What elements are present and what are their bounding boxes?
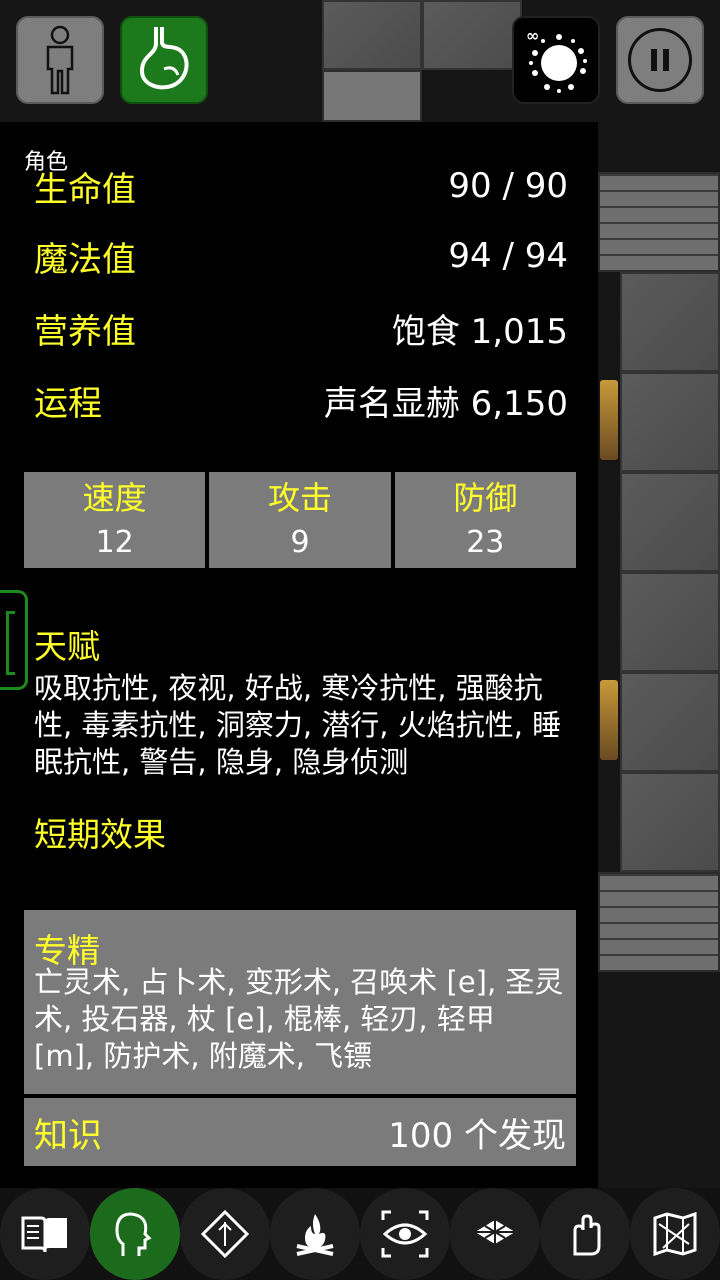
stat-row-luck: 运程 声名显赫 6,150 xyxy=(34,370,568,430)
map-tiles-icon xyxy=(475,1220,515,1244)
spells-button[interactable] xyxy=(180,1188,270,1280)
tile-value: 23 xyxy=(466,525,505,560)
attribute-tiles: 速度 12 攻击 9 防御 23 xyxy=(24,472,576,568)
pause-icon xyxy=(628,28,692,92)
stat-value: 94 / 94 xyxy=(448,236,568,276)
character-button[interactable] xyxy=(16,16,104,104)
stomach-icon xyxy=(139,27,189,90)
tile-label: 防御 xyxy=(453,479,518,517)
stat-row-hp: 生命值 90 / 90 xyxy=(34,162,568,216)
tile-value: 12 xyxy=(95,525,134,560)
stat-value: 90 / 90 xyxy=(448,166,568,206)
stat-label: 营养值 xyxy=(34,311,136,352)
map-button[interactable] xyxy=(630,1188,720,1280)
tile-label: 速度 xyxy=(82,479,147,517)
stat-value: 声名显赫 6,150 xyxy=(323,383,568,424)
tiles-button[interactable] xyxy=(450,1188,540,1280)
effects-title: 短期效果 xyxy=(34,815,166,854)
side-drawer-handle[interactable] xyxy=(0,590,28,690)
talents-text: 吸取抗性, 夜视, 好战, 寒冷抗性, 强酸抗性, 毒素抗性, 洞察力, 潜行,… xyxy=(34,671,562,779)
tile-attack: 攻击 9 xyxy=(209,472,391,568)
campfire-icon xyxy=(296,1214,334,1256)
tile-label: 攻击 xyxy=(267,479,332,517)
journal-button[interactable] xyxy=(0,1188,90,1280)
rest-button[interactable] xyxy=(270,1188,360,1280)
tile-speed: 速度 12 xyxy=(24,472,206,568)
character-tab-button[interactable] xyxy=(90,1188,180,1280)
stat-label: 运程 xyxy=(34,383,102,424)
eye-look-icon xyxy=(381,1210,429,1258)
stat-row-mp: 魔法值 94 / 94 xyxy=(34,226,568,286)
stat-value: 饱食 1,015 xyxy=(391,311,568,352)
knowledge-value: 100 个发现 xyxy=(388,1115,566,1156)
map-icon xyxy=(653,1211,697,1257)
stat-label: 魔法值 xyxy=(34,239,136,280)
knowledge-button[interactable]: 知识 100 个发现 xyxy=(24,1098,576,1166)
stat-list[interactable]: 生命值 90 / 90 魔法值 94 / 94 营养值 饱食 1,015 运程 … xyxy=(0,162,598,522)
spell-diamond-icon xyxy=(200,1209,250,1259)
tile-value: 9 xyxy=(290,525,310,560)
skills-box: 专精 亡灵术, 占卜术, 变形术, 召唤术 [e], 圣灵术, 投石器, 杖 [… xyxy=(24,910,576,1094)
look-button[interactable] xyxy=(360,1188,450,1280)
stat-label: 生命值 xyxy=(34,169,136,210)
bottom-toolbar xyxy=(0,1188,720,1280)
character-panel: 角色 生命值 90 / 90 魔法值 94 / 94 营养值 饱食 1,015 … xyxy=(0,122,598,1188)
stat-row-nutrition: 营养值 饱食 1,015 xyxy=(34,298,568,358)
hand-icon xyxy=(573,1214,601,1256)
knowledge-label: 知识 xyxy=(34,1115,102,1156)
skills-text: 亡灵术, 占卜术, 变形术, 召唤术 [e], 圣灵术, 投石器, 杖 [e],… xyxy=(34,965,564,1073)
infinity-label: ∞ xyxy=(526,26,540,45)
tile-defense: 防御 23 xyxy=(394,472,576,568)
person-icon xyxy=(46,25,74,95)
pause-button[interactable] xyxy=(616,16,704,104)
interact-button[interactable] xyxy=(540,1188,630,1280)
hunger-button[interactable] xyxy=(120,16,208,104)
book-icon xyxy=(21,1216,67,1253)
head-icon xyxy=(115,1212,152,1256)
video-reward-button[interactable]: ∞ xyxy=(512,16,600,104)
talents-title: 天赋 xyxy=(34,627,100,666)
